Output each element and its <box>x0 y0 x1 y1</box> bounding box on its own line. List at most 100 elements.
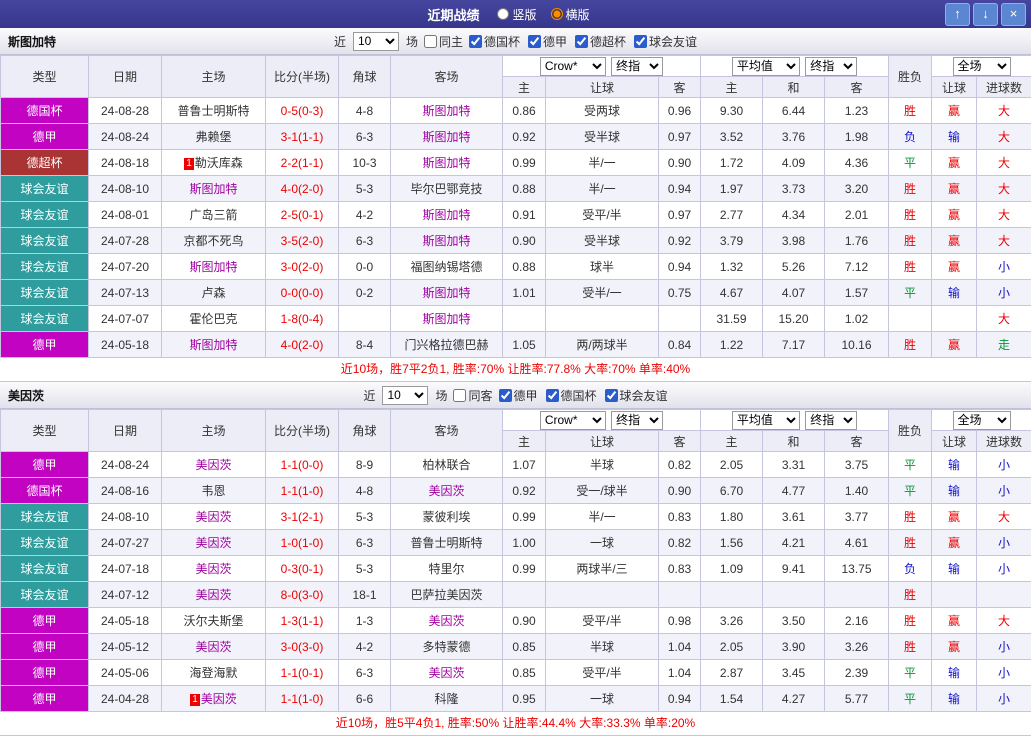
league-checkbox[interactable] <box>634 35 647 48</box>
layout-vertical-option[interactable]: 竖版 <box>497 6 536 23</box>
home-team-cell[interactable]: 美因茨 <box>162 556 266 582</box>
odds-stage-select[interactable]: 终指 <box>611 411 663 430</box>
score-cell[interactable]: 1-1(0-0) <box>266 452 339 478</box>
away-team-cell[interactable]: 特里尔 <box>391 556 503 582</box>
same-side-filter[interactable]: 同主 <box>424 33 463 50</box>
score-cell[interactable]: 2-5(0-1) <box>266 202 339 228</box>
home-team-cell[interactable]: 斯图加特 <box>162 254 266 280</box>
away-team-cell[interactable]: 斯图加特 <box>391 98 503 124</box>
score-cell[interactable]: 1-0(1-0) <box>266 530 339 556</box>
avg-odds-select[interactable]: 平均值 <box>732 57 800 76</box>
odds-company-select[interactable]: Crow* <box>540 411 606 430</box>
match-count-select[interactable]: 10 <box>382 386 428 405</box>
home-team-cell[interactable]: 霍伦巴克 <box>162 306 266 332</box>
home-team-cell[interactable]: 弗赖堡 <box>162 124 266 150</box>
away-team-cell[interactable]: 福图纳锡塔德 <box>391 254 503 280</box>
scope-select[interactable]: 全场 <box>953 411 1011 430</box>
league-filter[interactable]: 球会友谊 <box>634 33 697 50</box>
same-side-filter[interactable]: 同客 <box>453 387 492 404</box>
home-team-cell[interactable]: 广岛三箭 <box>162 202 266 228</box>
away-team-cell[interactable]: 多特蒙德 <box>391 634 503 660</box>
score-cell[interactable]: 1-3(1-1) <box>266 608 339 634</box>
league-filter[interactable]: 德国杯 <box>546 387 597 404</box>
away-team-cell[interactable]: 柏林联合 <box>391 452 503 478</box>
away-team-cell[interactable]: 门兴格拉德巴赫 <box>391 332 503 358</box>
score-cell[interactable]: 3-1(2-1) <box>266 504 339 530</box>
home-team-cell[interactable]: 普鲁士明斯特 <box>162 98 266 124</box>
same-side-checkbox[interactable] <box>453 389 466 402</box>
score-cell[interactable]: 1-1(0-1) <box>266 660 339 686</box>
league-filter[interactable]: 德甲 <box>499 387 538 404</box>
home-team-cell[interactable]: 沃尔夫斯堡 <box>162 608 266 634</box>
close-button[interactable]: × <box>1001 3 1026 26</box>
league-checkbox[interactable] <box>575 35 588 48</box>
score-cell[interactable]: 3-0(2-0) <box>266 254 339 280</box>
avg-stage-select[interactable]: 终指 <box>805 57 857 76</box>
home-team-cell[interactable]: 斯图加特 <box>162 332 266 358</box>
home-team-cell[interactable]: 美因茨 <box>162 530 266 556</box>
score-cell[interactable]: 1-1(1-0) <box>266 686 339 712</box>
away-team-cell[interactable]: 斯图加特 <box>391 228 503 254</box>
away-team-cell[interactable]: 斯图加特 <box>391 280 503 306</box>
score-cell[interactable]: 0-3(0-1) <box>266 556 339 582</box>
odds-company-select[interactable]: Crow* <box>540 57 606 76</box>
league-checkbox[interactable] <box>605 389 618 402</box>
score-cell[interactable]: 0-0(0-0) <box>266 280 339 306</box>
league-filter[interactable]: 德甲 <box>528 33 567 50</box>
away-team-cell[interactable]: 美因茨 <box>391 660 503 686</box>
away-team-cell[interactable]: 美因茨 <box>391 478 503 504</box>
home-team-cell[interactable]: 美因茨 <box>162 634 266 660</box>
score-cell[interactable]: 8-0(3-0) <box>266 582 339 608</box>
home-team-cell[interactable]: 美因茨 <box>162 582 266 608</box>
avg-stage-select[interactable]: 终指 <box>805 411 857 430</box>
away-team-cell[interactable]: 斯图加特 <box>391 150 503 176</box>
score-cell[interactable]: 1-1(1-0) <box>266 478 339 504</box>
home-team-cell[interactable]: 京都不死鸟 <box>162 228 266 254</box>
home-team-cell[interactable]: 美因茨 <box>162 504 266 530</box>
away-team-cell[interactable]: 美因茨 <box>391 608 503 634</box>
score-cell[interactable]: 2-2(1-1) <box>266 150 339 176</box>
avg-odds-select[interactable]: 平均值 <box>732 411 800 430</box>
league-filter[interactable]: 球会友谊 <box>605 387 668 404</box>
layout-horizontal-radio[interactable] <box>551 8 563 20</box>
league-checkbox[interactable] <box>469 35 482 48</box>
odds-home-cell: 0.99 <box>503 556 546 582</box>
home-team-cell[interactable]: 美因茨 <box>162 452 266 478</box>
score-cell[interactable]: 4-0(2-0) <box>266 332 339 358</box>
away-team-cell[interactable]: 普鲁士明斯特 <box>391 530 503 556</box>
away-team-cell[interactable]: 斯图加特 <box>391 124 503 150</box>
away-team-cell[interactable]: 毕尔巴鄂竞技 <box>391 176 503 202</box>
home-team-cell[interactable]: 卢森 <box>162 280 266 306</box>
score-cell[interactable]: 0-5(0-3) <box>266 98 339 124</box>
score-cell[interactable]: 3-1(1-1) <box>266 124 339 150</box>
score-cell[interactable]: 3-0(3-0) <box>266 634 339 660</box>
home-team-cell[interactable]: 1勒沃库森 <box>162 150 266 176</box>
scope-select[interactable]: 全场 <box>953 57 1011 76</box>
away-team-cell[interactable]: 科隆 <box>391 686 503 712</box>
away-team-cell[interactable]: 巴萨拉美因茨 <box>391 582 503 608</box>
layout-vertical-radio[interactable] <box>497 8 509 20</box>
match-date: 24-05-12 <box>89 634 162 660</box>
league-filter[interactable]: 德超杯 <box>575 33 626 50</box>
away-team-cell[interactable]: 斯图加特 <box>391 306 503 332</box>
score-cell[interactable]: 4-0(2-0) <box>266 176 339 202</box>
home-team-cell[interactable]: 韦恩 <box>162 478 266 504</box>
home-team-cell[interactable]: 1美因茨 <box>162 686 266 712</box>
scroll-down-button[interactable]: ↓ <box>973 3 998 26</box>
match-count-select[interactable]: 10 <box>353 32 399 51</box>
league-checkbox[interactable] <box>546 389 559 402</box>
away-team-cell[interactable]: 蒙彼利埃 <box>391 504 503 530</box>
same-side-checkbox[interactable] <box>424 35 437 48</box>
league-checkbox[interactable] <box>528 35 541 48</box>
league-filter[interactable]: 德国杯 <box>469 33 520 50</box>
league-checkbox[interactable] <box>499 389 512 402</box>
score-cell[interactable]: 3-5(2-0) <box>266 228 339 254</box>
home-team-cell[interactable]: 海登海默 <box>162 660 266 686</box>
team-section: 斯图加特 近 10 场 同主 德国杯德甲德超杯球会友谊 类型 日期 主场 比分(… <box>0 28 1031 382</box>
away-team-cell[interactable]: 斯图加特 <box>391 202 503 228</box>
home-team-cell[interactable]: 斯图加特 <box>162 176 266 202</box>
scroll-up-button[interactable]: ↑ <box>945 3 970 26</box>
layout-horizontal-option[interactable]: 横版 <box>551 6 590 23</box>
odds-stage-select[interactable]: 终指 <box>611 57 663 76</box>
score-cell[interactable]: 1-8(0-4) <box>266 306 339 332</box>
